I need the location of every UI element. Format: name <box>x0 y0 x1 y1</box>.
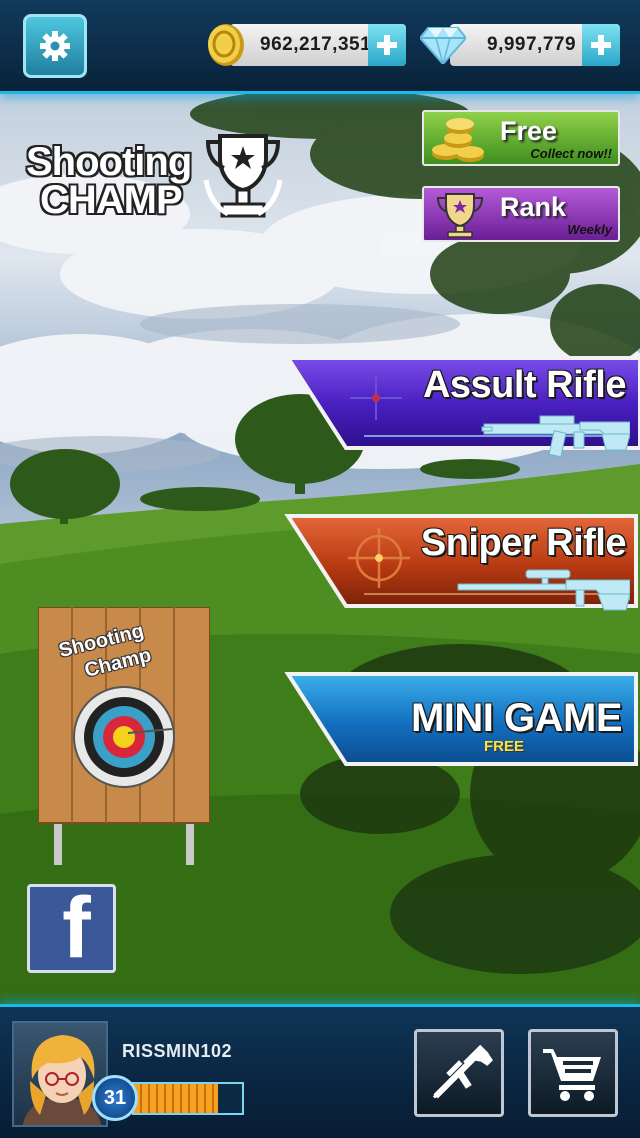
coin-amount: 962,217,351 <box>260 34 372 55</box>
mini-game-mode-button[interactable]: MINI GAME FREE <box>284 672 640 768</box>
gem-amount: 9,997,779 <box>487 34 577 55</box>
facebook-icon: f <box>62 884 91 973</box>
player-name: RISSMIN102 <box>122 1041 233 1061</box>
rifle-icon <box>481 415 630 458</box>
trophy-icon <box>203 134 283 218</box>
bottom-bar: RISSMIN102 31 <box>0 1004 640 1138</box>
xp-progress-fill <box>134 1084 219 1113</box>
rank-button[interactable]: Rank Weekly <box>422 186 620 242</box>
assault-rifle-label: Assult Rifle <box>422 364 627 406</box>
facebook-button[interactable]: f <box>27 884 116 973</box>
coin-stack-icon <box>432 118 484 162</box>
plus-icon <box>377 35 397 55</box>
free-button-title: Free <box>500 116 558 146</box>
crosshair-icon <box>348 528 410 588</box>
trophy-icon <box>436 193 484 238</box>
free-coins-button[interactable]: Free Collect now!! <box>422 110 620 166</box>
weapons-button[interactable] <box>414 1029 504 1117</box>
plus-icon <box>591 35 611 55</box>
logo-line2: CHAMP <box>40 178 183 222</box>
sniper-rifle-mode-button[interactable]: Sniper Rifle <box>284 514 640 611</box>
xp-progress-bar <box>132 1082 244 1115</box>
buy-coins-button[interactable] <box>368 24 406 66</box>
coin-icon <box>208 24 244 66</box>
gem-icon <box>420 27 466 64</box>
player-level-badge: 31 <box>92 1075 138 1121</box>
mini-game-label: MINI GAME <box>410 696 623 740</box>
player-avatar[interactable] <box>12 1021 108 1127</box>
buy-gems-button[interactable] <box>582 24 620 66</box>
mini-game-free-tag: FREE <box>484 738 525 755</box>
free-button-subtitle: Collect now!! <box>530 146 612 161</box>
rank-button-title: Rank <box>500 192 567 222</box>
menu-background: Shooting CHAMP Free Collect now!! Rank W… <box>0 94 640 1004</box>
settings-button[interactable] <box>23 14 87 78</box>
assault-rifle-mode-button[interactable]: Assult Rifle <box>284 356 640 458</box>
coin-counter: 962,217,351 <box>230 24 406 66</box>
top-bar: 962,217,351 9,997,779 <box>0 0 640 94</box>
rifle-icon <box>432 1044 493 1099</box>
target-board: Shooting Champ <box>37 606 211 867</box>
sniper-rifle-icon <box>457 569 630 611</box>
game-logo: Shooting CHAMP <box>22 130 292 230</box>
settings-gear-icon <box>40 31 70 61</box>
avatar-portrait <box>22 1035 102 1125</box>
shopping-cart-icon <box>543 1049 601 1101</box>
gem-counter: 9,997,779 <box>450 24 620 66</box>
target-icon <box>73 686 175 788</box>
sniper-rifle-label: Sniper Rifle <box>420 522 627 564</box>
crosshair-icon <box>350 376 402 420</box>
rank-button-subtitle: Weekly <box>567 222 612 237</box>
shop-button[interactable] <box>528 1029 618 1117</box>
